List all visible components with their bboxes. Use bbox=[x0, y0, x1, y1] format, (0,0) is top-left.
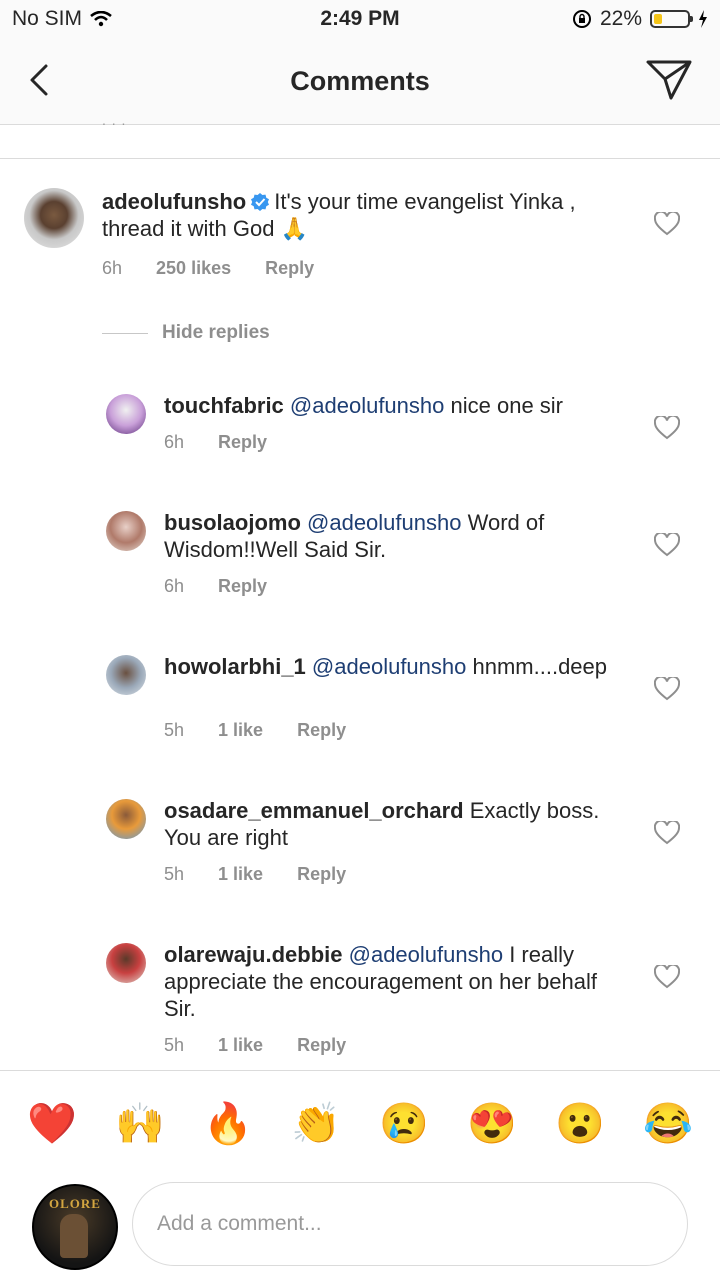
rotation-lock-icon bbox=[572, 10, 591, 28]
comment-time: 6h bbox=[164, 576, 185, 596]
avatar[interactable] bbox=[106, 943, 146, 983]
comment-username[interactable]: touchfabric bbox=[164, 393, 284, 418]
ellipsis-indicator: . . . bbox=[102, 112, 127, 128]
like-count[interactable]: 1 like bbox=[218, 720, 263, 741]
emoji-heart[interactable]: ❤️ bbox=[22, 1094, 82, 1154]
emoji-heart-eyes[interactable]: 😍 bbox=[462, 1094, 522, 1154]
emoji-raised-hands[interactable]: 🙌 bbox=[110, 1094, 170, 1154]
avatar-figure bbox=[60, 1214, 88, 1258]
comment-input[interactable]: Add a comment... bbox=[132, 1182, 688, 1266]
avatar-logo: OLORE bbox=[49, 1196, 101, 1211]
avatar[interactable] bbox=[24, 188, 84, 248]
divider bbox=[102, 332, 148, 334]
charging-icon bbox=[699, 10, 707, 28]
comment-text: nice one sir bbox=[450, 393, 564, 418]
comment-time: 5h bbox=[164, 1035, 185, 1055]
avatar[interactable] bbox=[106, 394, 146, 434]
heart-icon[interactable] bbox=[654, 416, 680, 440]
emoji-quick-bar: ❤️ 🙌 🔥 👏 😢 😍 😮 😂 bbox=[0, 1094, 720, 1154]
comment-username[interactable]: busolaojomo bbox=[164, 510, 301, 535]
send-icon[interactable] bbox=[644, 56, 694, 102]
my-avatar[interactable]: OLORE bbox=[32, 1184, 118, 1270]
emoji-laughing[interactable]: 😂 bbox=[638, 1094, 698, 1154]
heart-icon[interactable] bbox=[654, 821, 680, 845]
like-count[interactable]: 1 like bbox=[218, 1035, 263, 1056]
mention-link[interactable]: @adeolufunsho bbox=[312, 654, 466, 679]
divider bbox=[0, 158, 720, 159]
reply-button[interactable]: Reply bbox=[297, 1035, 346, 1056]
avatar[interactable] bbox=[106, 799, 146, 839]
reply-button[interactable]: Reply bbox=[218, 576, 267, 597]
comment-username[interactable]: adeolufunsho bbox=[102, 189, 246, 214]
hide-replies-button[interactable]: Hide replies bbox=[102, 322, 270, 344]
emoji-fire[interactable]: 🔥 bbox=[198, 1094, 258, 1154]
emoji-surprised[interactable]: 😮 bbox=[550, 1094, 610, 1154]
page-title: Comments bbox=[290, 66, 430, 96]
reply-button[interactable]: Reply bbox=[297, 864, 346, 885]
heart-icon[interactable] bbox=[654, 533, 680, 557]
verified-badge-icon bbox=[251, 193, 270, 211]
avatar[interactable] bbox=[106, 511, 146, 551]
comment-composer: OLORE Add a comment... bbox=[0, 1172, 720, 1280]
avatar[interactable] bbox=[106, 655, 146, 695]
mention-link[interactable]: @adeolufunsho bbox=[290, 393, 444, 418]
hide-replies-label: Hide replies bbox=[162, 322, 270, 343]
divider bbox=[0, 1070, 720, 1071]
heart-icon[interactable] bbox=[654, 965, 680, 989]
like-count[interactable]: 250 likes bbox=[156, 258, 231, 279]
comment-username[interactable]: osadare_emmanuel_orchard bbox=[164, 798, 464, 823]
emoji-clap[interactable]: 👏 bbox=[286, 1094, 346, 1154]
mention-link[interactable]: @adeolufunsho bbox=[349, 942, 503, 967]
mention-link[interactable]: @adeolufunsho bbox=[307, 510, 461, 535]
reply-button[interactable]: Reply bbox=[218, 432, 267, 453]
emoji-crying[interactable]: 😢 bbox=[374, 1094, 434, 1154]
comment-time: 6h bbox=[164, 432, 185, 452]
comment-time: 5h bbox=[164, 864, 185, 884]
battery-percent: 22% bbox=[599, 7, 642, 30]
like-count[interactable]: 1 like bbox=[218, 864, 263, 885]
comment-time: 5h bbox=[164, 720, 185, 740]
heart-icon[interactable] bbox=[654, 677, 680, 701]
battery-icon bbox=[650, 10, 693, 28]
reply-button[interactable]: Reply bbox=[297, 720, 346, 741]
reply-button[interactable]: Reply bbox=[265, 258, 314, 279]
comment-text: hnmm....deep bbox=[472, 654, 608, 679]
heart-icon[interactable] bbox=[654, 212, 680, 236]
status-bar: No SIM 2:49 PM 22% bbox=[0, 0, 720, 40]
comment-username[interactable]: olarewaju.debbie bbox=[164, 942, 343, 967]
comment-username[interactable]: howolarbhi_1 bbox=[164, 654, 306, 679]
comment-time: 6h bbox=[102, 258, 123, 278]
